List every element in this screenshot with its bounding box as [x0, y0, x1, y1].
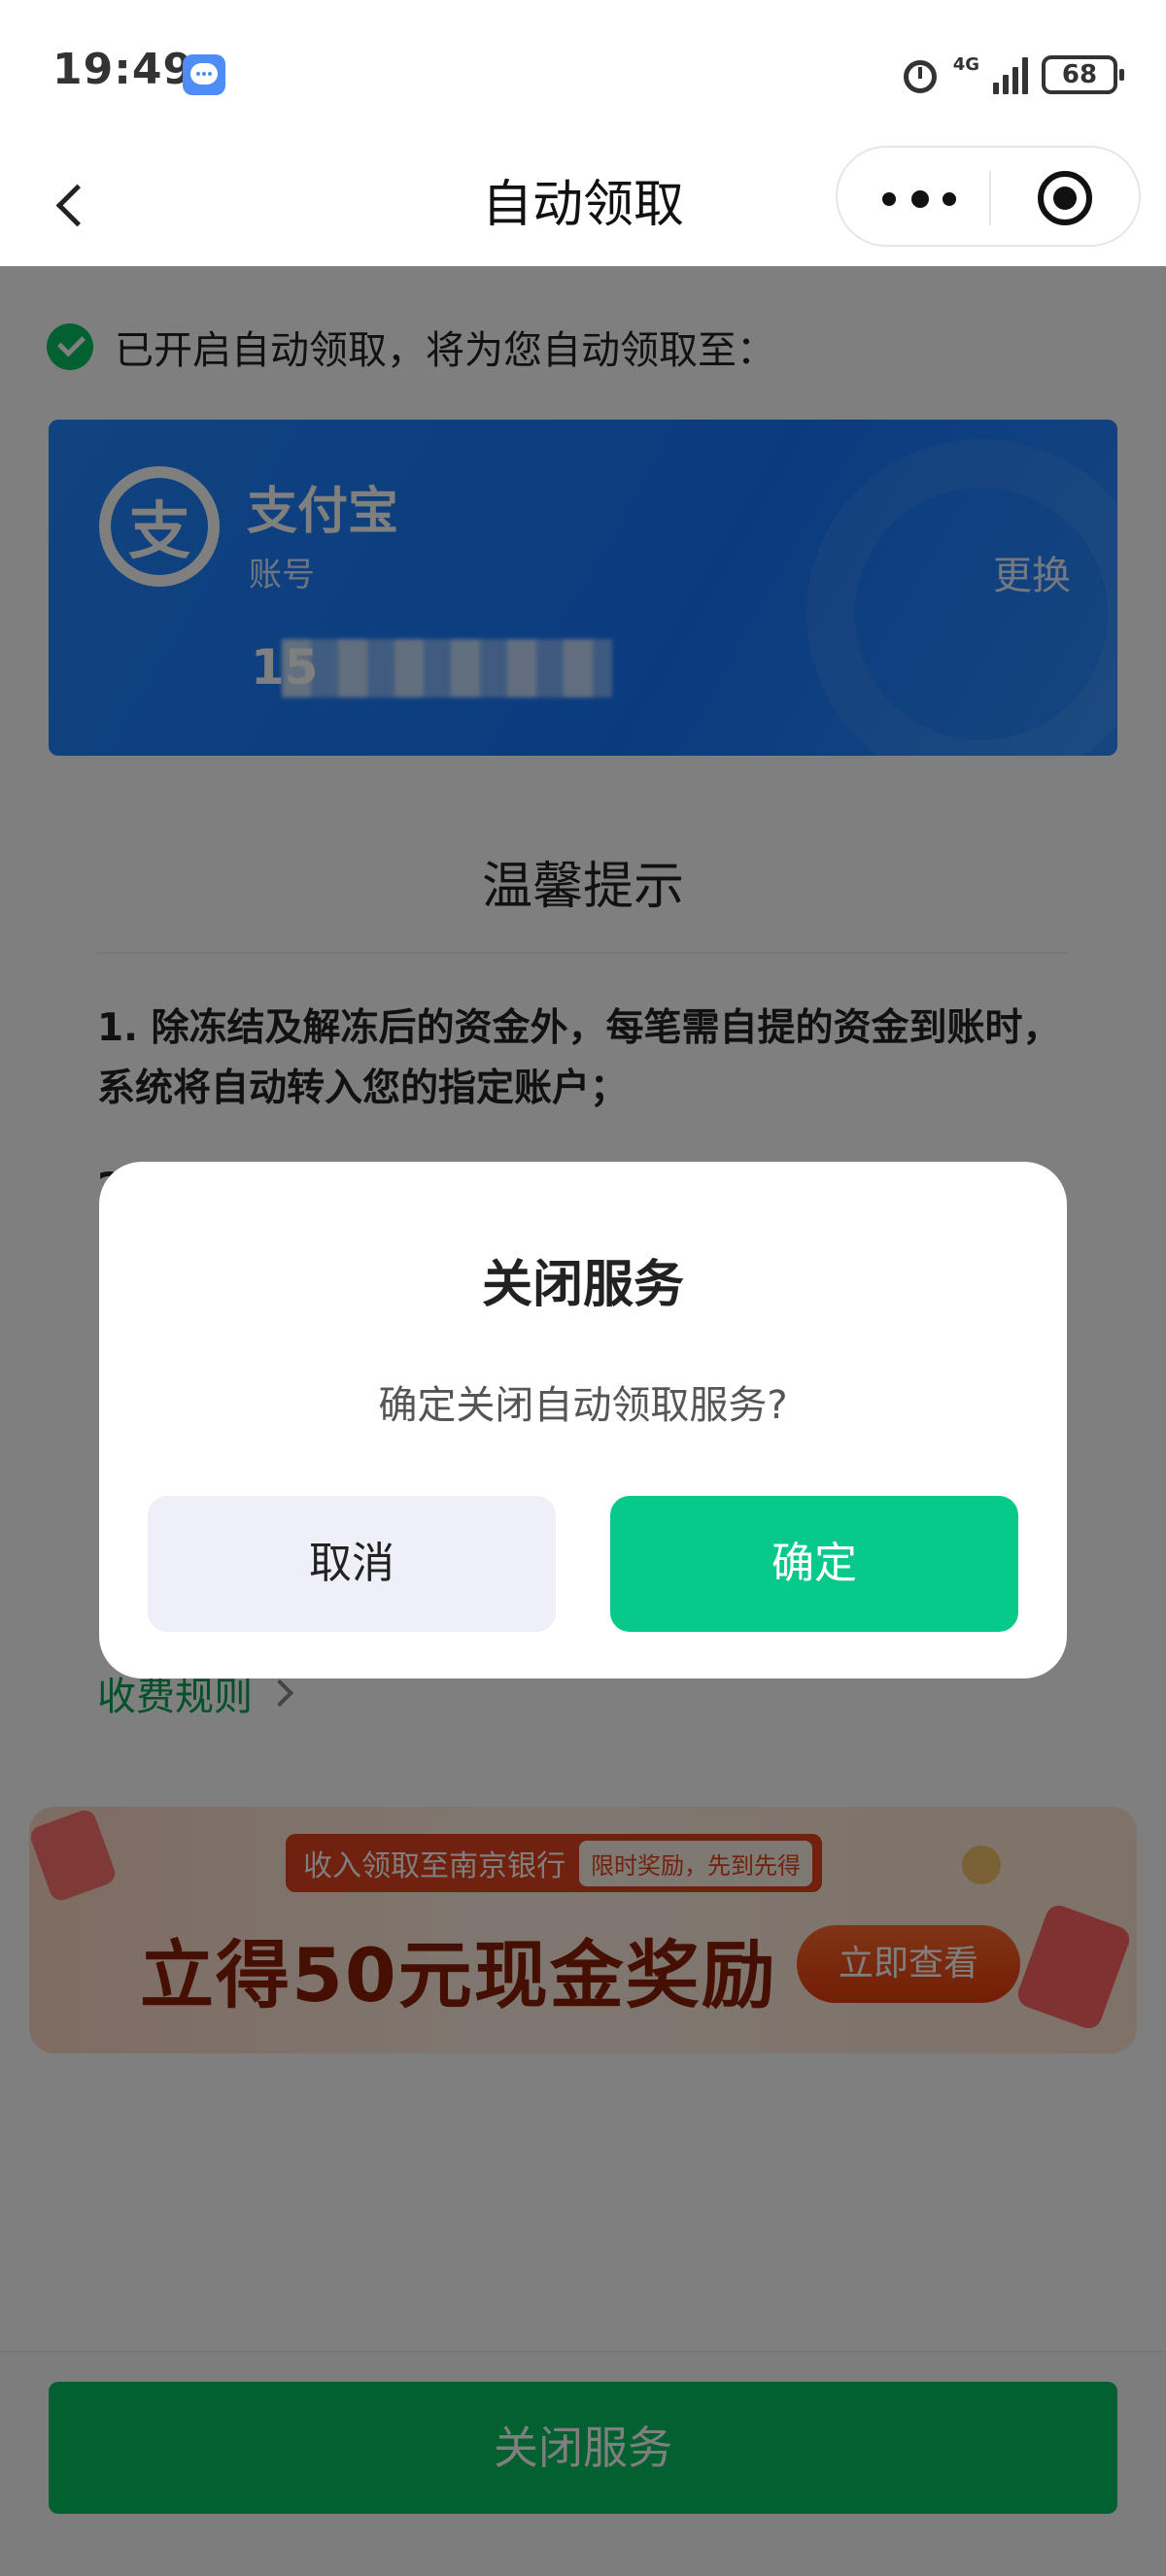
- status-time: 19:49: [52, 45, 194, 94]
- nav-bar: 自动领取: [0, 146, 1166, 266]
- target-circle-icon[interactable]: [1038, 171, 1092, 225]
- alarm-icon: [901, 55, 940, 94]
- confirm-button[interactable]: 确定: [610, 1496, 1018, 1632]
- message-icon: [183, 54, 225, 95]
- dialog-title: 关闭服务: [481, 1256, 684, 1314]
- cancel-button[interactable]: 取消: [148, 1496, 556, 1632]
- status-icons: 4G 68: [901, 51, 1124, 99]
- more-dots-icon[interactable]: [882, 190, 960, 208]
- capsule-divider: [989, 171, 991, 225]
- dialog-message: 确定关闭自动领取服务?: [378, 1383, 788, 1428]
- miniprogram-capsule: [836, 146, 1141, 247]
- battery-icon: 68: [1042, 55, 1124, 94]
- status-bar: 19:49 4G 68: [0, 0, 1166, 146]
- signal-icon: [993, 55, 1028, 94]
- network-type-label: 4G: [952, 54, 979, 75]
- confirm-dialog: 关闭服务 确定关闭自动领取服务? 取消 确定: [99, 1162, 1067, 1678]
